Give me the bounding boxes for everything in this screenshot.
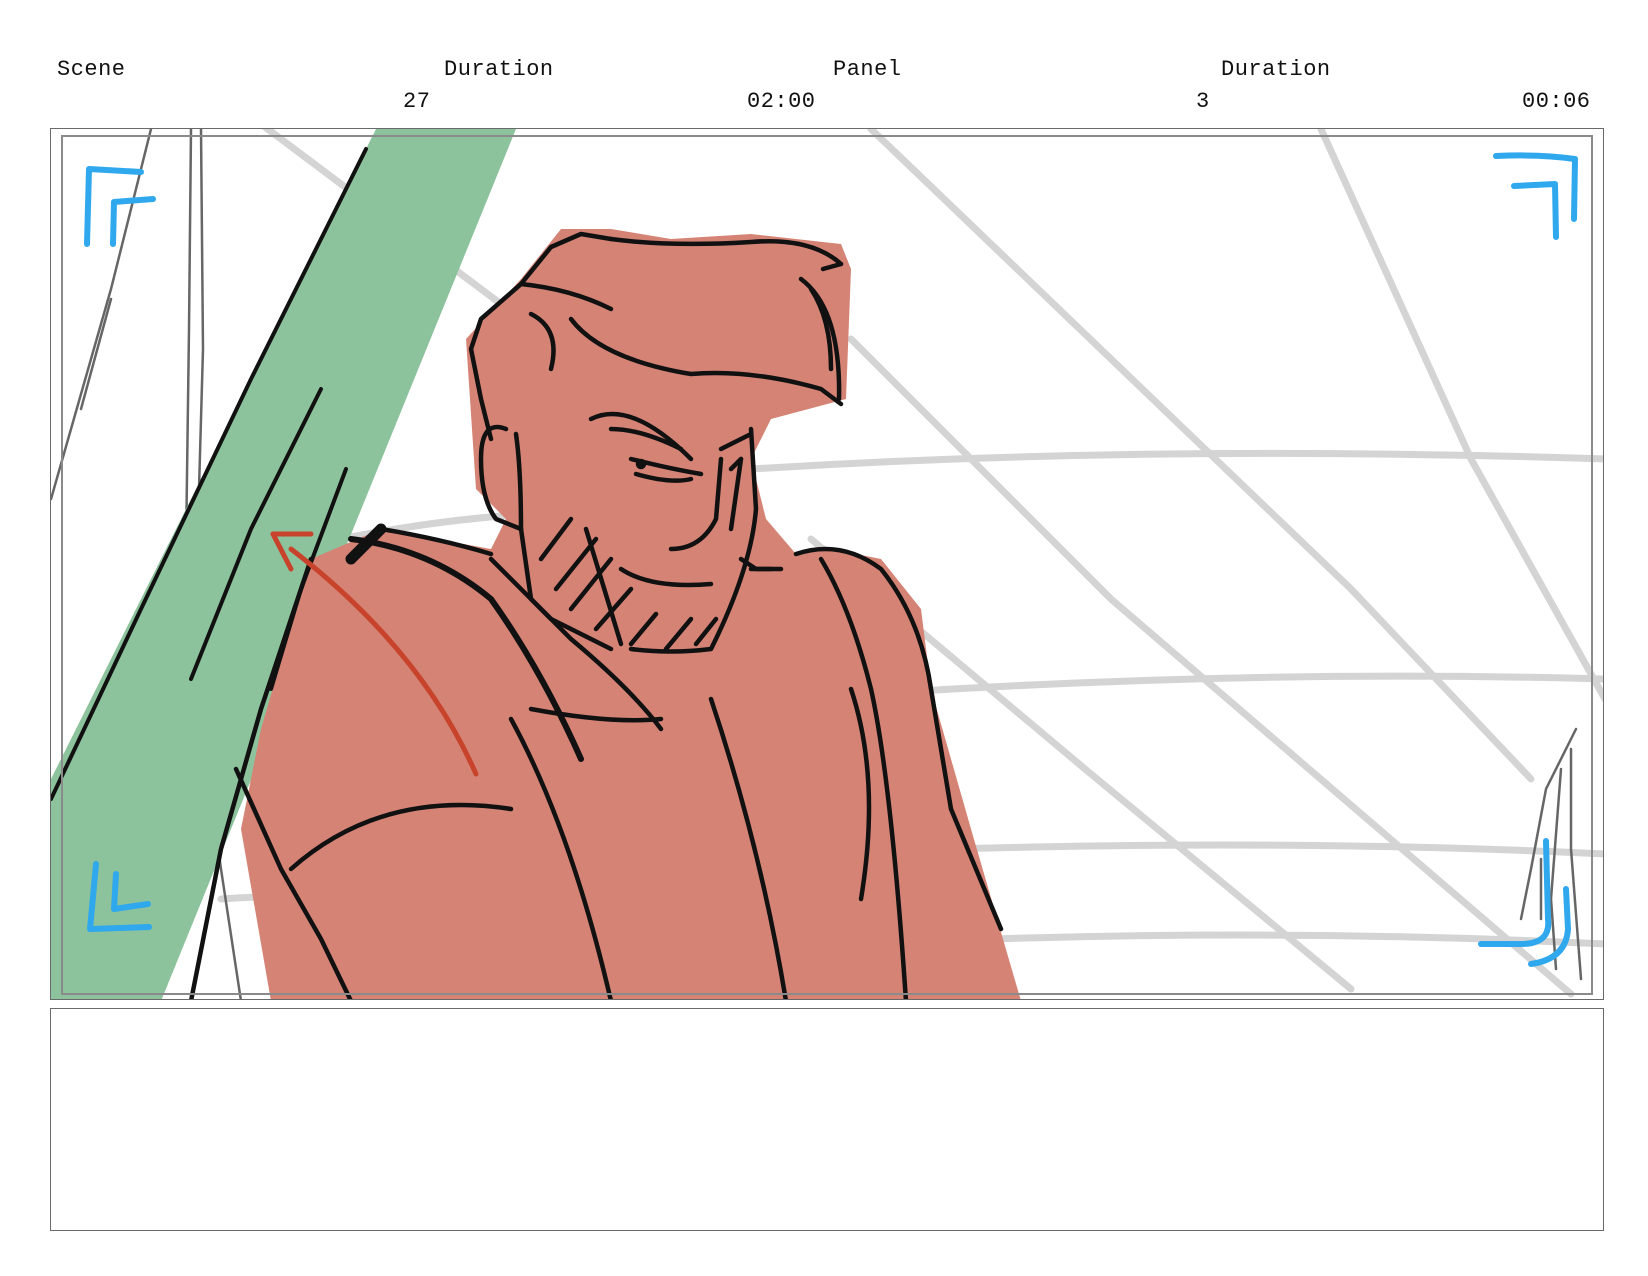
storyboard-drawing xyxy=(51,129,1603,999)
scene-duration-label: Duration xyxy=(444,57,554,82)
scene-number: 27 xyxy=(403,89,431,114)
panel-label: Panel xyxy=(833,57,902,82)
storyboard-panel[interactable] xyxy=(50,128,1604,1000)
panel-notes-box[interactable] xyxy=(50,1008,1604,1231)
scene-duration-value: 02:00 xyxy=(747,89,816,114)
scene-label: Scene xyxy=(57,57,126,82)
panel-duration-label: Duration xyxy=(1221,57,1331,82)
frame-mark-top-right-inner xyxy=(1511,181,1559,240)
panel-number: 3 xyxy=(1196,89,1210,114)
panel-duration-value: 00:06 xyxy=(1522,89,1591,114)
